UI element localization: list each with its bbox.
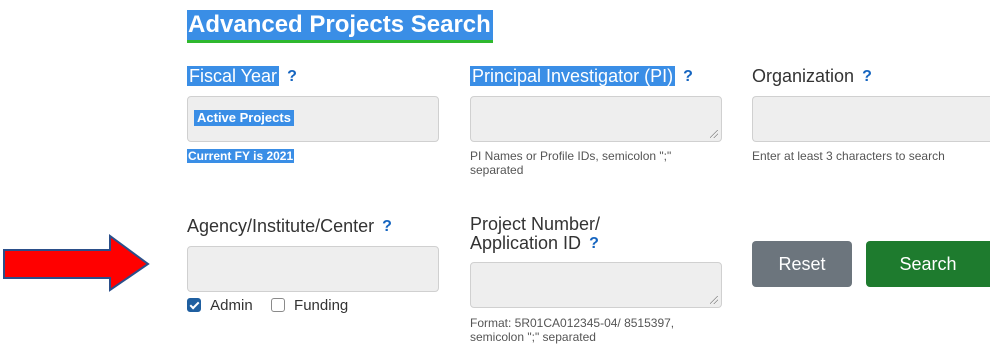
agency-options: Admin Funding — [187, 296, 348, 316]
organization-input[interactable] — [752, 96, 990, 142]
search-button[interactable]: Search — [866, 241, 990, 287]
fiscal-year-select[interactable]: Active Projects — [187, 96, 439, 142]
fiscal-year-selected-value: Active Projects — [194, 110, 294, 126]
organization-help-icon[interactable]: ? — [862, 65, 872, 89]
project-number-hint-line-2: semicolon ";" separated — [470, 330, 596, 344]
agency-label: Agency/Institute/Center — [187, 216, 375, 236]
funding-checkbox-label[interactable]: Funding — [294, 297, 348, 314]
project-number-hint: Format: 5R01CA012345-04/ 8515397, semico… — [470, 316, 674, 344]
fiscal-year-label-group: Fiscal Year? — [187, 64, 297, 89]
pi-input[interactable] — [470, 96, 722, 142]
organization-hint: Enter at least 3 characters to search — [752, 149, 945, 163]
resize-handle-icon[interactable] — [710, 130, 718, 138]
page-title: Advanced Projects Search — [187, 10, 493, 43]
fiscal-year-hint: Current FY is 2021 — [187, 149, 295, 163]
agency-help-icon[interactable]: ? — [382, 215, 392, 239]
project-number-label-group: Project Number/ Application ID? — [470, 215, 600, 253]
organization-label-group: Organization? — [752, 64, 872, 89]
funding-checkbox[interactable] — [270, 298, 285, 312]
fiscal-year-help-icon[interactable]: ? — [287, 65, 297, 89]
pi-label: Principal Investigator (PI) — [470, 66, 676, 86]
pi-label-group: Principal Investigator (PI)? — [470, 64, 693, 89]
project-number-input[interactable] — [470, 262, 722, 308]
project-number-label-line-1: Project Number/ — [470, 214, 601, 234]
admin-checkbox-label[interactable]: Admin — [210, 297, 253, 314]
pi-hint-line-1: PI Names or Profile IDs, semicolon ";" — [470, 149, 672, 163]
project-number-help-icon[interactable]: ? — [589, 234, 599, 253]
project-number-label-line-2: Application ID — [470, 233, 582, 253]
admin-checkbox[interactable] — [187, 298, 201, 312]
project-number-hint-line-1: Format: 5R01CA012345-04/ 8515397, — [470, 316, 675, 330]
pi-hint-line-2: separated — [470, 163, 524, 177]
pi-hint: PI Names or Profile IDs, semicolon ";" s… — [470, 149, 671, 177]
agency-label-group: Agency/Institute/Center? — [187, 214, 392, 239]
pi-help-icon[interactable]: ? — [683, 65, 693, 89]
reset-button[interactable]: Reset — [752, 241, 852, 287]
agency-input[interactable] — [187, 246, 439, 292]
organization-label: Organization — [752, 66, 855, 86]
resize-handle-icon[interactable] — [710, 296, 718, 304]
red-arrow-icon — [3, 234, 150, 292]
fiscal-year-label: Fiscal Year — [187, 66, 280, 86]
